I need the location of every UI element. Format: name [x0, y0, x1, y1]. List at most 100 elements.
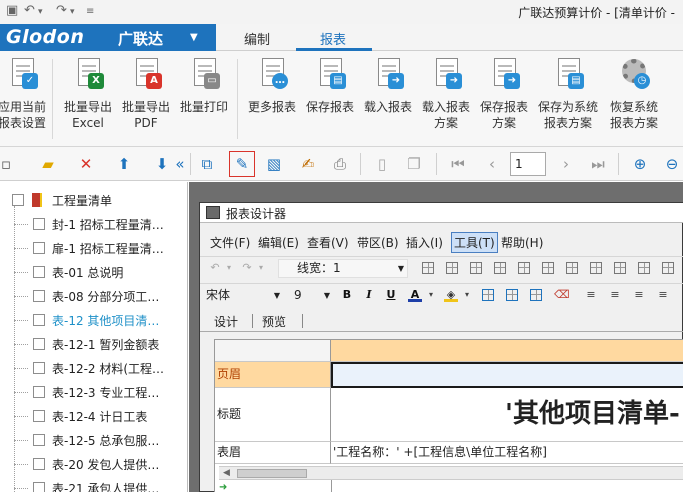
band-label-table-header[interactable]: 表眉 [215, 442, 331, 464]
redo-dropdown-icon[interactable]: ▾ [70, 7, 75, 17]
apply-current-report-settings-button[interactable]: ✓ 应用当前 报表设置 [0, 57, 48, 141]
tree-item[interactable]: 表-12-4 计日工表 [0, 404, 187, 428]
save-report-scheme-button[interactable]: ➜ 保存报表 方案 [476, 57, 532, 141]
undo-icon[interactable]: ↶ [208, 261, 222, 275]
last-page-icon[interactable]: ⏭ [588, 154, 608, 174]
tree-item[interactable]: 表-21 承包人提供… [0, 476, 187, 492]
batch-print-button[interactable]: ▭ 批量打印 [176, 57, 232, 141]
band-label-page-header[interactable]: 页眉 [215, 362, 331, 388]
border-icon[interactable] [638, 262, 650, 274]
redo-icon[interactable]: ↷ [240, 261, 254, 275]
align-left-icon[interactable]: ≡ [584, 288, 598, 302]
tree-item-checkbox[interactable] [33, 338, 45, 350]
edit-text-icon[interactable]: ✍ [298, 154, 318, 174]
more-reports-button[interactable]: … 更多报表 [244, 57, 300, 141]
line-width-select[interactable]: 线宽：1 ▼ [278, 259, 408, 278]
menu-help[interactable]: 帮助(H) [501, 234, 543, 251]
tree-item-selected[interactable]: 表-12 其他项目清… [0, 308, 187, 332]
previous-page-icon[interactable]: ‹ [482, 154, 502, 174]
align-right-icon[interactable]: ≡ [632, 288, 646, 302]
font-color-icon[interactable]: A [408, 288, 422, 302]
undo-icon[interactable]: ↶ [24, 3, 35, 18]
single-page-icon[interactable]: ▯ [372, 154, 392, 174]
new-report-icon[interactable]: ▫ [0, 154, 16, 174]
tree-item[interactable]: 表-12-2 材料(工程… [0, 356, 187, 380]
border-icon[interactable] [542, 262, 554, 274]
menu-file[interactable]: 文件(F) [210, 234, 250, 251]
chevron-down-icon[interactable]: ▾ [424, 288, 438, 302]
band-cell-title[interactable]: '其他项目清单- [331, 388, 683, 442]
multi-page-icon[interactable]: ❐ [404, 154, 424, 174]
bold-icon[interactable]: B [340, 288, 354, 302]
band-cell-page-header[interactable] [331, 362, 683, 388]
report-designer-icon[interactable]: ✎ [229, 151, 255, 177]
tree-item-checkbox[interactable] [33, 218, 45, 230]
merge-cells-icon[interactable] [506, 289, 518, 301]
new-folder-icon[interactable]: ▰ [38, 154, 58, 174]
move-down-icon[interactable]: ⬇ [152, 154, 172, 174]
border-icon[interactable] [494, 262, 506, 274]
border-icon[interactable] [662, 262, 674, 274]
tree-item-checkbox[interactable] [33, 314, 45, 326]
border-icon[interactable] [590, 262, 602, 274]
batch-export-excel-button[interactable]: X 批量导出 Excel [60, 57, 116, 141]
restore-system-scheme-button[interactable]: ◷ 恢复系统 报表方案 [604, 57, 664, 141]
tab-preview[interactable]: 预览 [262, 313, 286, 330]
tree-item-checkbox[interactable] [33, 362, 45, 374]
chevron-down-icon[interactable]: ▾ [460, 288, 474, 302]
menu-insert[interactable]: 插入(I) [406, 234, 443, 251]
app-menu-button[interactable]: Glodon 广联达 ▼ [0, 24, 216, 51]
tree-root-checkbox[interactable] [12, 194, 24, 206]
tree-item[interactable]: 扉-1 招标工程量清… [0, 236, 187, 260]
font-name-select[interactable]: 宋体 ▼ [204, 286, 282, 305]
tree-item[interactable]: 表-01 总说明 [0, 260, 187, 284]
tree-item-checkbox[interactable] [33, 266, 45, 278]
cell-format-icon[interactable] [482, 289, 494, 301]
menu-band[interactable]: 带区(B) [357, 234, 399, 251]
tree-item-checkbox[interactable] [33, 290, 45, 302]
tab-design[interactable]: 设计 [214, 313, 238, 330]
border-icon[interactable] [470, 262, 482, 274]
border-icon[interactable] [446, 262, 458, 274]
align-center-icon[interactable]: ≡ [608, 288, 622, 302]
page-setup-icon[interactable]: ▧ [264, 154, 284, 174]
print-icon[interactable]: ⎙ [330, 154, 350, 174]
fill-color-icon[interactable]: ◈ [444, 288, 458, 302]
tree-item-checkbox[interactable] [33, 410, 45, 422]
table-icon[interactable] [530, 289, 542, 301]
customize-quick-access-icon[interactable]: ≡ [86, 6, 94, 17]
border-icon[interactable] [518, 262, 530, 274]
tab-edit[interactable]: 编制 [244, 29, 270, 48]
collapse-panel-icon[interactable]: « [170, 154, 190, 174]
tree-item[interactable]: 表-08 分部分项工… [0, 284, 187, 308]
save-icon[interactable]: ▣ [6, 3, 18, 18]
justify-icon[interactable]: ≡ [656, 288, 670, 302]
underline-icon[interactable]: U [384, 288, 398, 302]
delete-icon[interactable]: ✕ [76, 154, 96, 174]
tree-item[interactable]: 表-12-3 专业工程… [0, 380, 187, 404]
zoom-in-icon[interactable]: ⊕ [630, 154, 650, 174]
redo-dropdown-icon[interactable]: ▾ [254, 261, 268, 275]
tab-report[interactable]: 报表 [320, 29, 346, 48]
clear-format-icon[interactable]: ⌫ [554, 288, 570, 302]
band-cell-table-header[interactable]: '工程名称：' +[工程信息\单位工程名称] [331, 442, 683, 464]
scrollbar-thumb[interactable] [237, 469, 307, 478]
tree-item-checkbox[interactable] [33, 458, 45, 470]
page-number-input[interactable]: 1 [510, 152, 546, 176]
scroll-left-icon[interactable]: ◀ [223, 467, 230, 480]
menu-tools[interactable]: 工具(T) [451, 232, 498, 253]
tree-item[interactable]: 表-12-5 总承包服… [0, 428, 187, 452]
batch-export-pdf-button[interactable]: A 批量导出 PDF [118, 57, 174, 141]
tree-root[interactable]: 工程量清单 [0, 188, 187, 212]
load-report-button[interactable]: ➜ 载入报表 [360, 57, 416, 141]
border-icon[interactable] [422, 262, 434, 274]
menu-view[interactable]: 查看(V) [307, 234, 349, 251]
border-icon[interactable] [614, 262, 626, 274]
load-report-scheme-button[interactable]: ➜ 载入报表 方案 [418, 57, 474, 141]
undo-dropdown-icon[interactable]: ▾ [222, 261, 236, 275]
tree-item-checkbox[interactable] [33, 434, 45, 446]
redo-icon[interactable]: ↷ [56, 3, 67, 18]
tree-item-checkbox[interactable] [33, 386, 45, 398]
zoom-out-icon[interactable]: ⊖ [662, 154, 682, 174]
edit-report-icon[interactable]: ⧉ [197, 154, 217, 174]
